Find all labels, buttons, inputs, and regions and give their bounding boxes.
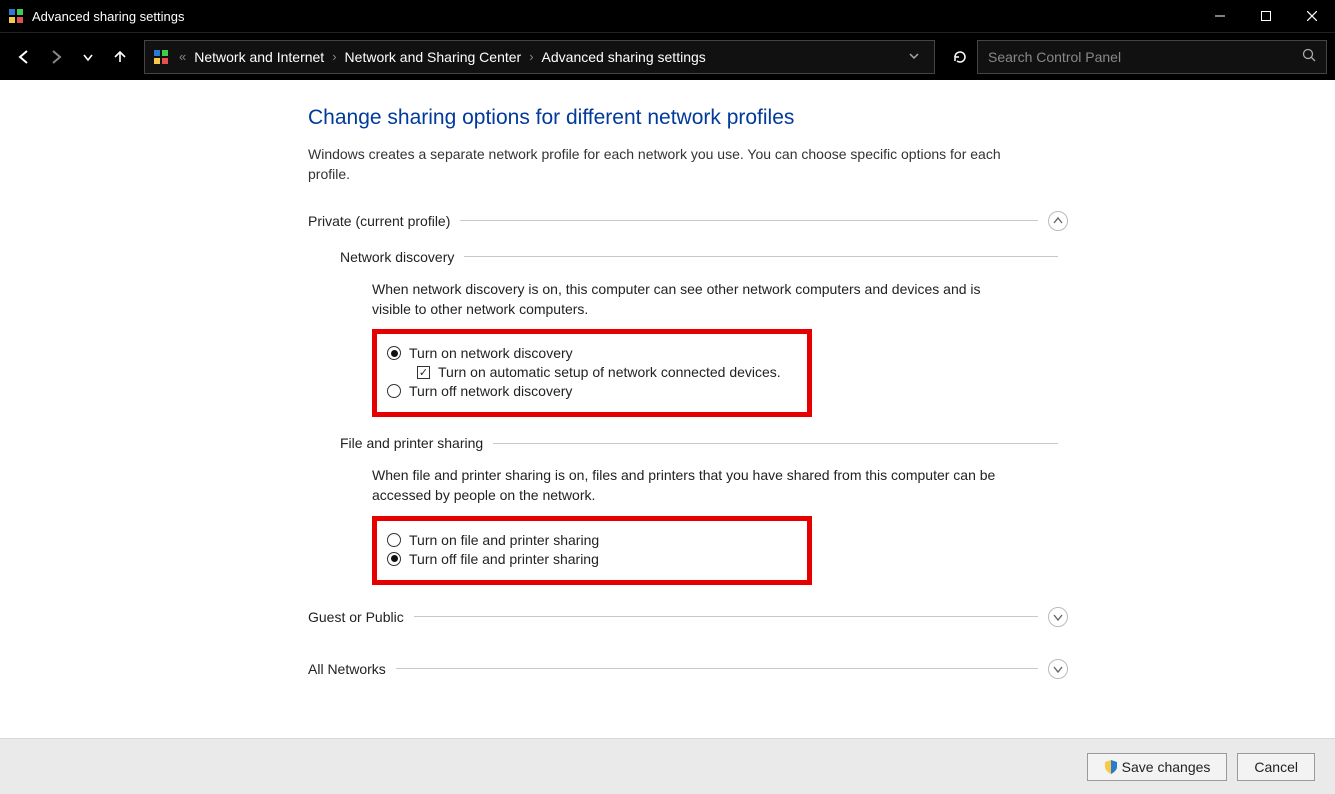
- search-input[interactable]: Search Control Panel: [977, 40, 1327, 74]
- section-all-networks-title: All Networks: [308, 661, 386, 677]
- section-private-title: Private (current profile): [308, 213, 450, 229]
- divider: [414, 616, 1038, 617]
- chevron-right-icon: ›: [328, 49, 340, 64]
- expand-all-networks-button[interactable]: [1048, 659, 1068, 679]
- refresh-button[interactable]: [943, 40, 977, 74]
- cancel-button[interactable]: Cancel: [1237, 753, 1315, 781]
- minimize-button[interactable]: [1197, 0, 1243, 32]
- breadcrumb[interactable]: « Network and Internet › Network and Sha…: [144, 40, 935, 74]
- content-area: Change sharing options for different net…: [0, 80, 1335, 738]
- breadcrumb-icon: [153, 49, 169, 65]
- radio-network-discovery-off[interactable]: Turn off network discovery: [387, 383, 797, 399]
- radio-label: Turn off network discovery: [409, 383, 572, 399]
- search-placeholder: Search Control Panel: [988, 49, 1302, 65]
- divider: [493, 443, 1058, 444]
- button-label: Save changes: [1122, 759, 1211, 775]
- page-description: Windows creates a separate network profi…: [308, 144, 1028, 185]
- section-all-networks: All Networks: [308, 659, 1068, 679]
- search-icon: [1302, 48, 1316, 65]
- control-panel-icon: [8, 8, 24, 24]
- breadcrumb-seg-advanced[interactable]: Advanced sharing settings: [538, 47, 710, 67]
- network-discovery-title: Network discovery: [340, 249, 454, 265]
- network-discovery-desc: When network discovery is on, this compu…: [372, 279, 1022, 320]
- divider: [396, 668, 1038, 669]
- page-title: Change sharing options for different net…: [308, 106, 1068, 130]
- section-guest-title: Guest or Public: [308, 609, 404, 625]
- radio-file-printer-off[interactable]: Turn off file and printer sharing: [387, 551, 797, 567]
- breadcrumb-seg-sharing-center[interactable]: Network and Sharing Center: [341, 47, 526, 67]
- divider: [460, 220, 1038, 221]
- radio-label: Turn off file and printer sharing: [409, 551, 599, 567]
- breadcrumb-dropdown[interactable]: [902, 49, 926, 65]
- radio-network-discovery-on[interactable]: Turn on network discovery: [387, 345, 797, 361]
- forward-button[interactable]: [40, 41, 72, 73]
- breadcrumb-seg-network[interactable]: Network and Internet: [190, 47, 328, 67]
- recent-button[interactable]: [72, 41, 104, 73]
- radio-file-printer-on[interactable]: Turn on file and printer sharing: [387, 532, 797, 548]
- chevron-right-icon: ›: [525, 49, 537, 64]
- breadcrumb-prefix: «: [175, 49, 190, 64]
- radio-icon: [387, 346, 401, 360]
- checkbox-auto-setup[interactable]: ✓ Turn on automatic setup of network con…: [417, 364, 797, 380]
- collapse-private-button[interactable]: [1048, 211, 1068, 231]
- file-printer-options: Turn on file and printer sharing Turn of…: [372, 516, 812, 585]
- shield-icon: [1104, 760, 1118, 774]
- back-button[interactable]: [8, 41, 40, 73]
- radio-icon: [387, 533, 401, 547]
- up-button[interactable]: [104, 41, 136, 73]
- maximize-button[interactable]: [1243, 0, 1289, 32]
- save-changes-button[interactable]: Save changes: [1087, 753, 1228, 781]
- divider: [464, 256, 1058, 257]
- network-discovery-options: Turn on network discovery ✓ Turn on auto…: [372, 329, 812, 417]
- section-private: Private (current profile): [308, 211, 1068, 231]
- file-printer-title: File and printer sharing: [340, 435, 483, 451]
- radio-icon: [387, 384, 401, 398]
- checkbox-icon: ✓: [417, 366, 430, 379]
- file-printer-desc: When file and printer sharing is on, fil…: [372, 465, 1022, 506]
- expand-guest-button[interactable]: [1048, 607, 1068, 627]
- checkbox-label: Turn on automatic setup of network conne…: [438, 364, 781, 380]
- close-button[interactable]: [1289, 0, 1335, 32]
- radio-label: Turn on network discovery: [409, 345, 573, 361]
- titlebar: Advanced sharing settings: [0, 0, 1335, 32]
- titlebar-title: Advanced sharing settings: [32, 9, 1197, 24]
- button-label: Cancel: [1254, 759, 1298, 775]
- radio-icon: [387, 552, 401, 566]
- navbar: « Network and Internet › Network and Sha…: [0, 32, 1335, 80]
- statusbar: Save changes Cancel: [0, 738, 1335, 794]
- radio-label: Turn on file and printer sharing: [409, 532, 599, 548]
- section-guest: Guest or Public: [308, 607, 1068, 627]
